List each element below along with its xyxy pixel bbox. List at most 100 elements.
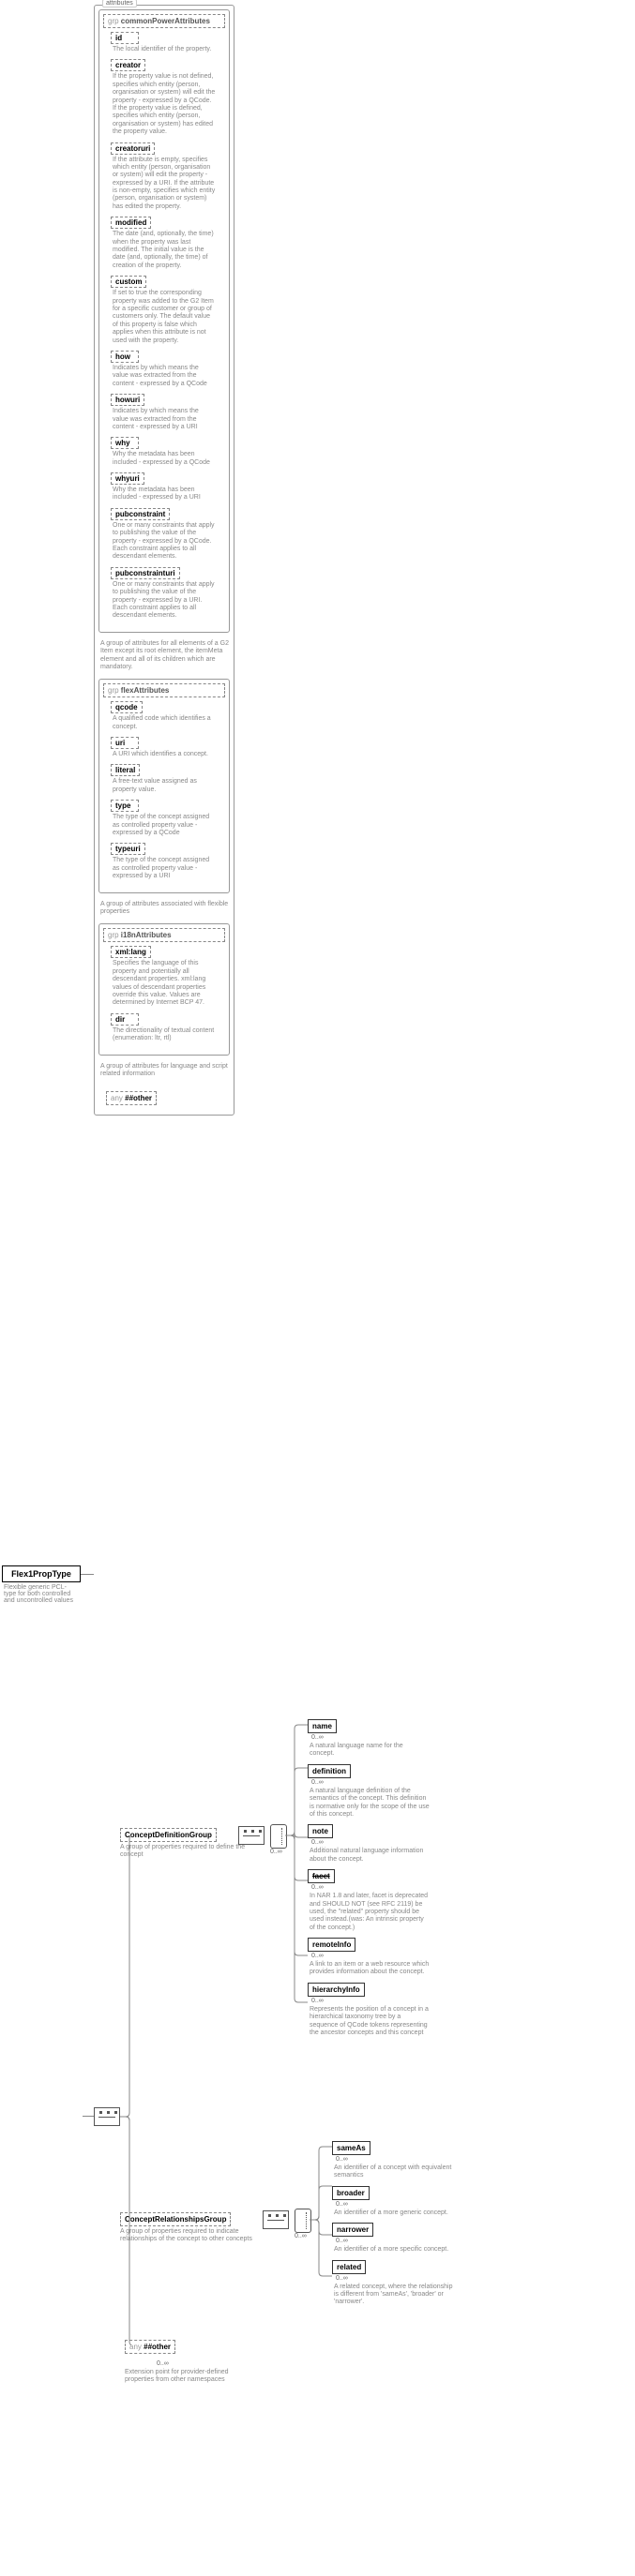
element-node: hierarchyInfo0..∞ Represents the position… — [308, 1983, 430, 2038]
concept-relationships-group-node: ConceptRelationshipsGroup A group of pro… — [120, 2212, 265, 2244]
attribute-desc: The local identifier of the property. — [113, 46, 216, 53]
attribute-desc: The directionality of textual content (e… — [113, 1027, 216, 1043]
node-title: ConceptRelationshipsGroup — [120, 2212, 231, 2226]
attribute-list: xml:langSpecifies the language of this p… — [103, 946, 225, 1042]
element-name: note — [308, 1824, 333, 1838]
attribute-name: creator — [111, 59, 145, 71]
attribute-item: pubconstraintOne or many constraints tha… — [111, 508, 225, 562]
cardinality: 0..∞ — [295, 2233, 307, 2239]
connector — [94, 1819, 131, 2381]
sequence-icon — [263, 2210, 289, 2229]
attribute-desc: Why the metadata has been included - exp… — [113, 451, 216, 467]
element-node: narrower0..∞An identifier of a more spec… — [332, 2223, 454, 2254]
attribute-name: dir — [111, 1013, 139, 1026]
element-name: broader — [332, 2186, 370, 2200]
group-desc: A group of attributes associated with fl… — [100, 901, 230, 917]
element-name: name — [308, 1719, 337, 1733]
attribute-name: pubconstraint — [111, 508, 170, 520]
element-desc: A natural language definition of the sem… — [310, 1788, 430, 1820]
attribute-name: type — [111, 800, 139, 812]
cardinality: 0..∞ — [157, 2360, 247, 2367]
root-desc: Flexible generic PCL-type for both contr… — [2, 1584, 81, 1604]
group-commonPowerAttributes: grp commonPowerAttributes idThe local id… — [98, 9, 230, 633]
group-header: grp flexAttributes — [103, 683, 225, 697]
attribute-desc: A free-text value assigned as property v… — [113, 778, 216, 794]
element-node: sameAs0..∞An identifier of a concept wit… — [332, 2141, 454, 2180]
crg-compositor — [263, 2210, 289, 2229]
element-name: sameAs — [332, 2141, 370, 2155]
attribute-name: modified — [111, 217, 151, 229]
attribute-item: howuriIndicates by which means the value… — [111, 394, 225, 431]
element-node: broader0..∞An identifier of a more gener… — [332, 2186, 454, 2217]
cardinality: 0..∞ — [336, 2156, 454, 2163]
cardinality: 0..∞ — [336, 2201, 454, 2208]
crg-children: sameAs0..∞An identifier of a concept wit… — [332, 2141, 454, 2313]
attribute-name: custom — [111, 276, 146, 288]
attribute-name: id — [111, 32, 139, 44]
attribute-item: qcode A qualified code which identifies a… — [111, 701, 225, 731]
cardinality: 0..∞ — [311, 1998, 430, 2004]
connector — [81, 1574, 94, 1575]
attribute-item: dirThe directionality of textual content… — [111, 1013, 225, 1043]
cdg-compositor — [238, 1826, 265, 1845]
choice-icon — [270, 1824, 287, 1849]
attribute-list: id The local identifier of the property. c… — [103, 32, 225, 621]
connector — [83, 2116, 94, 2117]
element-desc: A related concept, where the relationshi… — [334, 2284, 454, 2307]
element-name: remoteInfo — [308, 1938, 355, 1952]
element-node: remoteInfo0..∞A link to an item or a web… — [308, 1938, 430, 1977]
element-node: note0..∞ Additional natural language info… — [308, 1824, 430, 1864]
element-desc: An identifier of a more specific concept… — [334, 2246, 454, 2254]
crg-choice — [295, 2209, 311, 2233]
cardinality: 0..∞ — [311, 1839, 430, 1846]
attribute-name: how — [111, 351, 139, 363]
any-element-bottom: any ##other 0..∞ Extension point for pro… — [125, 2334, 247, 2385]
cardinality: 0..∞ — [311, 1884, 430, 1891]
sequence-compositor — [94, 2107, 120, 2126]
attribute-name: creatoruri — [111, 142, 155, 155]
attributes-container: attributes grp commonPowerAttributes idT… — [94, 5, 234, 1116]
attribute-desc: The type of the concept assigned as cont… — [113, 857, 216, 880]
cardinality: 0..∞ — [336, 2238, 454, 2244]
any-element: any ##other — [125, 2340, 175, 2354]
element-node: facet0..∞In NAR 1.8 and later, facet is … — [308, 1869, 430, 1932]
attribute-desc: The type of the concept assigned as cont… — [113, 814, 216, 837]
node-desc: A group of properties required to define… — [120, 1844, 261, 1860]
root-title: Flex1PropType — [2, 1565, 81, 1582]
attribute-item: modifiedThe date (and, optionally, the t… — [111, 217, 225, 270]
attribute-item: typeuriThe type of the concept assigned … — [111, 843, 225, 880]
attributes-tab: attributes — [102, 0, 137, 7]
any-attribute: any ##other — [106, 1091, 157, 1105]
attribute-desc: A qualified code which identifies a conc… — [113, 715, 216, 731]
attribute-item: type The type of the concept assigned as … — [111, 800, 225, 837]
attribute-item: why Why the metadata has been included - … — [111, 437, 225, 467]
element-desc: In NAR 1.8 and later, facet is deprecate… — [310, 1893, 430, 1932]
root-node: Flex1PropType Flexible generic PCL-type … — [2, 1565, 81, 1604]
cardinality: 0..∞ — [270, 1849, 282, 1855]
attribute-item: id The local identifier of the property. — [111, 32, 225, 53]
element-name: hierarchyInfo — [308, 1983, 365, 1997]
attribute-item: customIf set to true the corresponding p… — [111, 276, 225, 345]
group-i18nAttributes: grp i18nAttributes xml:langSpecifies the… — [98, 923, 230, 1055]
attribute-item: creator If the property value is not defi… — [111, 59, 225, 136]
attribute-desc: A URI which identifies a concept. — [113, 751, 216, 758]
attribute-item: literalA free-text value assigned as pro… — [111, 764, 225, 794]
attribute-name: qcode — [111, 701, 143, 713]
attribute-name: why — [111, 437, 139, 449]
attribute-list: qcode A qualified code which identifies a… — [103, 701, 225, 880]
attribute-item: creatoruri If the attribute is empty, spe… — [111, 142, 225, 212]
cdg-choice — [270, 1824, 287, 1849]
cdg-children: name0..∞A natural language name for the … — [308, 1719, 430, 2043]
element-node: related0..∞A related concept, where the … — [332, 2260, 454, 2307]
attribute-desc: Why the metadata has been included - exp… — [113, 487, 216, 502]
element-desc: A link to an item or a web resource whic… — [310, 1961, 430, 1977]
attribute-desc: If the attribute is empty, specifies whi… — [113, 157, 216, 212]
element-name: definition — [308, 1764, 351, 1778]
attribute-item: pubconstrainturiOne or many constraints … — [111, 567, 225, 621]
element-desc: Additional natural language information … — [310, 1848, 430, 1864]
element-desc: An identifier of a concept with equivale… — [334, 2164, 454, 2180]
attribute-desc: If the property value is not defined, sp… — [113, 73, 216, 136]
element-desc: Represents the position of a concept in … — [310, 2006, 430, 2038]
any-desc: Extension point for provider-defined pro… — [125, 2369, 247, 2385]
attribute-item: xml:langSpecifies the language of this p… — [111, 946, 225, 1007]
